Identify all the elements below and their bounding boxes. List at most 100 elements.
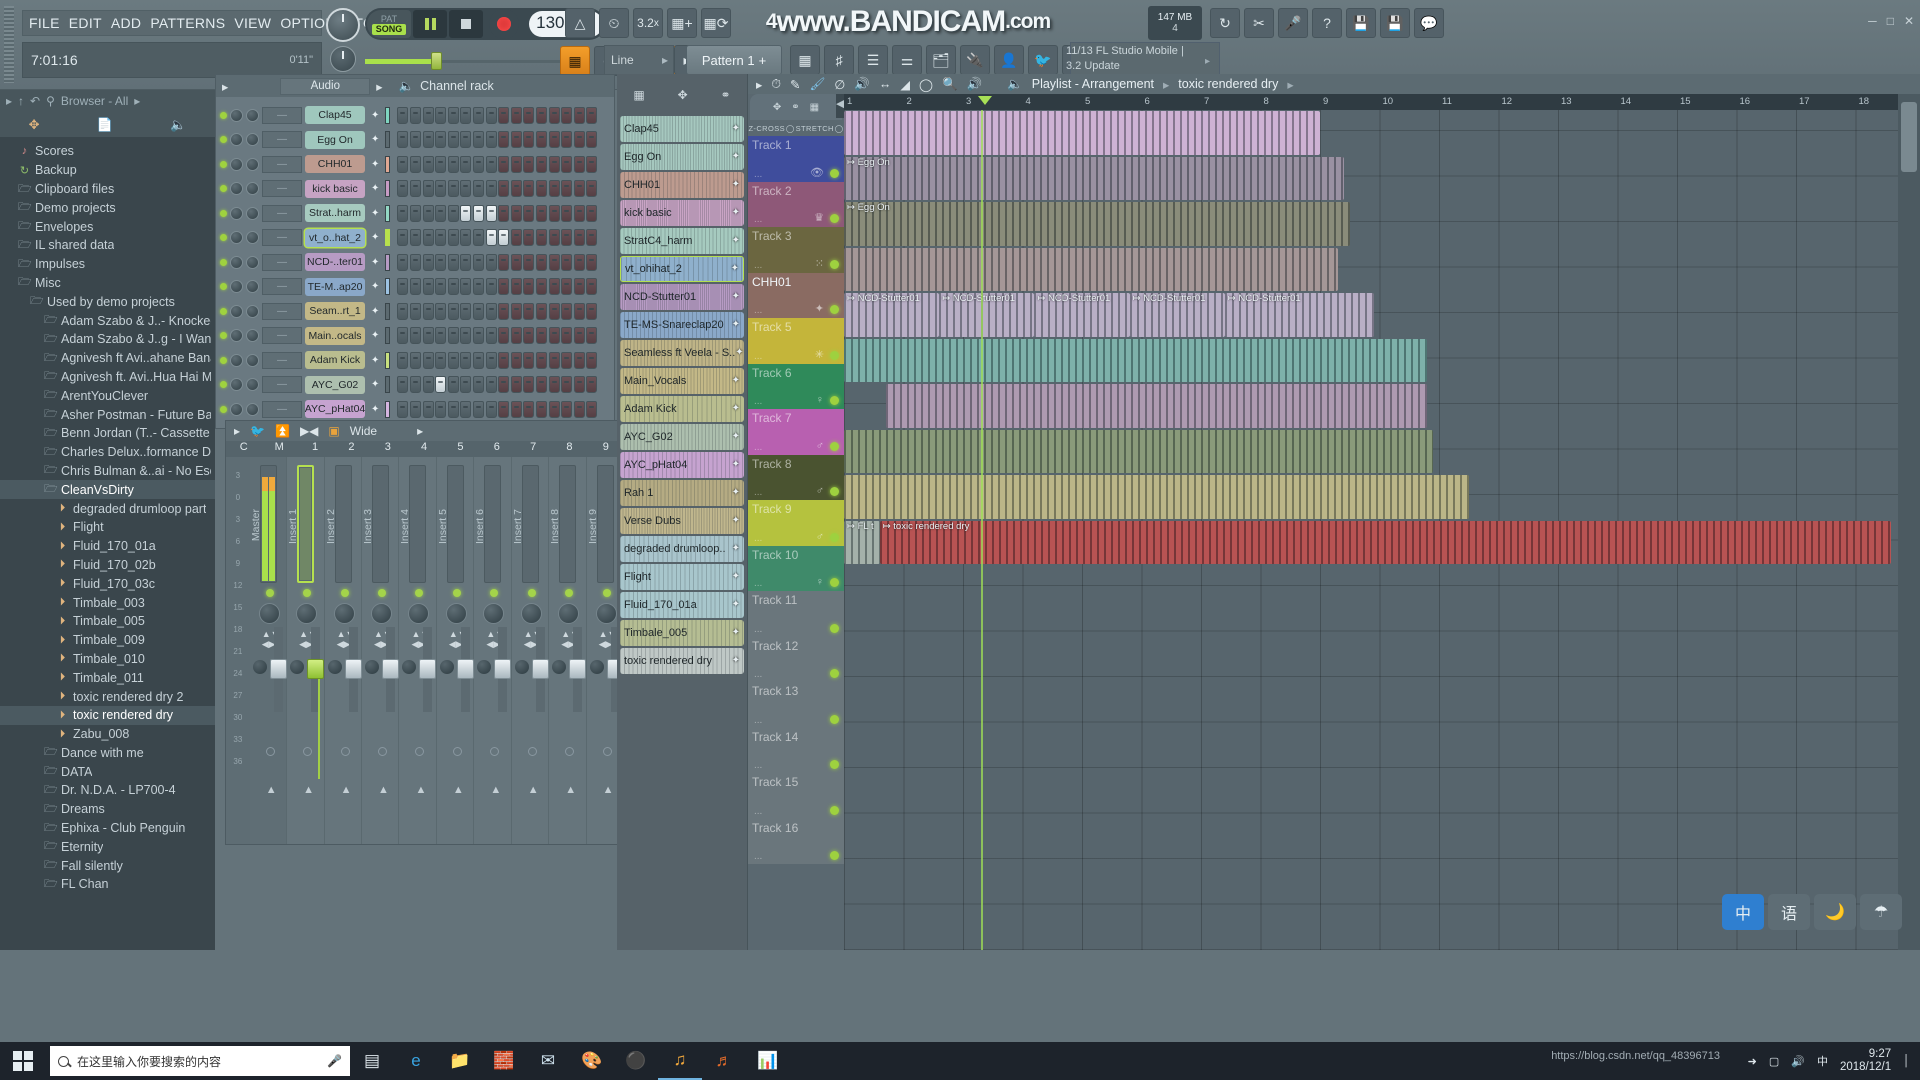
track-enable-led[interactable] [830,806,839,815]
mixer-column-label[interactable]: 5 [442,441,478,457]
channel-plug-icon[interactable]: ✦ [732,515,740,526]
mixer-export-icon[interactable]: ⏫ [275,424,290,438]
mixer-strip-led[interactable] [603,589,611,597]
step-button[interactable] [498,327,509,344]
step-button[interactable] [397,107,408,124]
update-notice[interactable]: 11/13 FL Studio Mobile | 3.2 Update [1062,42,1202,76]
mixer-column-label[interactable]: 3 [370,441,406,457]
browser-item[interactable]: 🗁Fall silently [0,856,215,875]
step-button[interactable] [549,376,560,393]
ime-osd-button[interactable]: 语 [1768,894,1810,930]
step-button[interactable] [561,156,572,173]
step-button[interactable] [511,254,522,271]
playlist-track-header[interactable]: Track 11... [748,591,844,637]
project-picker-icon[interactable]: 👤 [994,45,1024,75]
step-button[interactable] [397,156,408,173]
step-button[interactable] [423,205,434,222]
mixer-small-knob[interactable] [477,660,491,674]
playlist-channel-row[interactable]: Flight✦ [620,564,744,590]
stop-button[interactable] [449,10,483,38]
playlist-clip[interactable] [844,475,1469,519]
step-button[interactable] [410,278,421,295]
track-options-icon[interactable]: ... [754,442,762,453]
browser-item[interactable]: 🗁Dreams [0,800,215,819]
browser-item[interactable]: ⏵Fluid_170_03c [0,574,215,593]
browser-item[interactable]: ⏵toxic rendered dry 2 [0,687,215,706]
channel-mute-led[interactable] [220,210,227,217]
track-options-icon[interactable]: ... [754,533,762,544]
browser-item[interactable]: 🗁Eternity [0,837,215,856]
tray-volume-icon[interactable]: 🔊 [1791,1055,1805,1068]
step-button[interactable] [460,205,471,222]
mixer-fader-handle[interactable] [382,659,399,679]
channel-pan-knob[interactable] [230,329,243,342]
show-desktop-icon[interactable]: │ [1903,1055,1910,1067]
channel-pan-knob[interactable] [230,158,243,171]
step-button[interactable] [536,254,547,271]
mixer-strip-led[interactable] [565,589,573,597]
browser-menu-icon[interactable]: ▸ [134,94,140,108]
mixer-pan-knob[interactable] [371,603,392,624]
step-button[interactable] [423,156,434,173]
mixer-menu-icon[interactable]: ▸ [417,424,423,438]
scrollbar-thumb[interactable] [1901,102,1917,172]
step-button[interactable] [486,180,497,197]
step-button[interactable] [574,229,585,246]
step-button[interactable] [397,278,408,295]
playlist-expand-icon[interactable]: ▸ [756,77,762,92]
channel-volume-knob[interactable] [246,305,259,318]
channel-plug-icon[interactable]: ✦ [732,431,740,442]
playlist-ruler[interactable]: 123456789101112131415161718 [844,94,1898,110]
browser-header[interactable]: ▸ ↑ ↶ ⚲ Browser - All ▸ [0,90,215,112]
channel-target-mixer[interactable]: — [262,229,302,246]
step-sequencer-row[interactable] [397,376,597,393]
step-button[interactable] [460,303,471,320]
channel-name-button[interactable]: vt_o..hat_2 [305,229,365,247]
track-enable-led[interactable] [830,578,839,587]
step-button[interactable] [523,401,534,418]
mixer-strip-led[interactable] [415,589,423,597]
step-button[interactable] [423,107,434,124]
track-options-icon[interactable]: ... [754,578,762,589]
zoom-icon[interactable]: 🔍 [942,77,958,92]
playlist-channel-row[interactable]: Verse Dubs✦ [620,508,744,534]
playlist-track-header[interactable]: Track 2...♛ [748,182,844,228]
track-enable-led[interactable] [830,533,839,542]
slip-icon[interactable]: ↔ [879,77,892,91]
channel-mute-led[interactable] [220,381,227,388]
mixer-pan-knob[interactable] [259,603,280,624]
mic-icon[interactable]: 🎤 [327,1054,342,1068]
mixer-strip[interactable]: Insert 6▲▼◀▶▲ [474,457,511,844]
browser-item[interactable]: 🗁IL shared data [0,236,215,255]
mixer-fader-handle[interactable] [270,659,287,679]
playlist-track-header[interactable]: Track 10...♀ [748,546,844,592]
playlist-channel-row[interactable]: Fluid_170_01a✦ [620,592,744,618]
step-button[interactable] [511,376,522,393]
step-button[interactable] [523,205,534,222]
step-button[interactable] [511,401,522,418]
track-enable-led[interactable] [830,715,839,724]
channel-name-button[interactable]: TE-M..ap20 [305,278,365,296]
edge-icon[interactable]: e [394,1042,438,1080]
step-button[interactable] [448,180,459,197]
step-button[interactable] [549,229,560,246]
step-button[interactable] [536,131,547,148]
channel-name-button[interactable]: Clap45 [305,106,365,124]
mixer-strip[interactable]: Insert 4▲▼◀▶▲ [399,457,436,844]
channel-volume-knob[interactable] [246,354,259,367]
channel-pan-knob[interactable] [230,403,243,416]
channel-plug-icon[interactable]: ✦ [732,459,740,470]
channel-mute-led[interactable] [220,234,227,241]
wave-icon[interactable]: ✥ [678,88,688,102]
menu-item-view[interactable]: VIEW [234,15,271,31]
browser-item[interactable]: ↻Backup [0,161,215,180]
step-button[interactable] [561,205,572,222]
step-button[interactable] [423,229,434,246]
step-button[interactable] [586,107,597,124]
channel-pan-knob[interactable] [230,280,243,293]
mixer-strip-led[interactable] [453,589,461,597]
playlist-channel-row[interactable]: StratC4_harm✦ [620,228,744,254]
channel-target-mixer[interactable]: — [262,278,302,295]
step-button[interactable] [486,303,497,320]
paint-icon[interactable]: 🎨 [570,1042,614,1080]
